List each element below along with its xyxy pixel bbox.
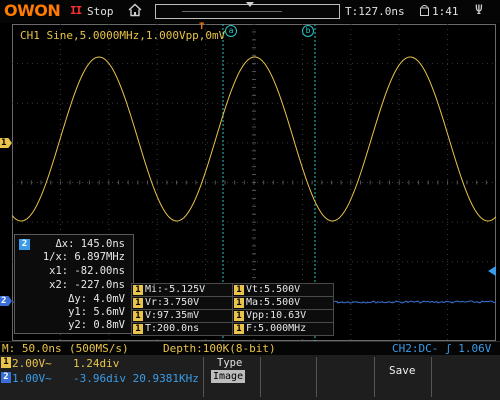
- cursor-delta-x: Δx: 145.0ns: [55, 238, 125, 250]
- type-value[interactable]: Image: [211, 370, 246, 383]
- softkey-empty-3[interactable]: [316, 357, 374, 397]
- home-icon[interactable]: [128, 3, 142, 17]
- clock-icon: [420, 5, 429, 16]
- timeline-position-marker: [246, 2, 254, 7]
- trigger-level-marker[interactable]: [488, 266, 496, 276]
- cursor-y2: y2: 0.8mV: [68, 319, 125, 331]
- ch1-volts-div: 2.00V~: [12, 357, 52, 370]
- brand-logo: OWON: [4, 1, 61, 20]
- cursor-measure-panel: 2 Δx: 145.0ns 1/x: 6.897MHz x1: -82.00ns…: [14, 234, 134, 334]
- ch2-badge[interactable]: 2: [1, 372, 11, 383]
- measure-min: 1 Mi:-5.125V: [131, 283, 233, 297]
- ch1-position: 1.24div: [73, 357, 120, 370]
- trigger-info: CH2:DC- ʃ 1.06V: [392, 342, 492, 355]
- sample-rate: (500MS/s): [69, 342, 129, 355]
- ch2-offset-marker[interactable]: 2: [0, 296, 12, 306]
- cursor-y1: y1: 5.6mV: [68, 306, 125, 318]
- type-label: Type: [217, 357, 243, 369]
- ch2-volts-div: 1.00V~: [12, 372, 52, 385]
- timeline-window: [182, 11, 282, 12]
- cursor-x2: x2: -227.0ns: [49, 279, 125, 291]
- cursor-delta-y: Δy: 4.0mV: [68, 293, 125, 305]
- timebase: M: 50.0ns: [2, 342, 62, 355]
- measurement-table: 1 Mi:-5.125V 1 Vt:5.500V 1 Vr:3.750V 1 Ma:5.…: [131, 283, 334, 336]
- measure-period: 1 T:200.0ns: [131, 322, 233, 336]
- cursor-inverse-x: 1/x: 6.897MHz: [42, 251, 125, 263]
- trigger-position-marker[interactable]: T: [199, 22, 204, 32]
- cursor-x1: x1: -82.00ns: [49, 265, 125, 277]
- ch1-offset-marker[interactable]: 1: [0, 138, 12, 148]
- ch1-signal-info: CH1 Sine,5.0000MHz,1.000Vpp,0mV: [20, 29, 226, 42]
- clock: 1:41: [432, 5, 459, 18]
- usb-icon: Ψ: [475, 3, 483, 18]
- pause-icon: II: [70, 4, 82, 17]
- measure-max: 1 Ma:5.500V: [232, 296, 334, 310]
- save-button[interactable]: Save: [389, 364, 416, 377]
- ch1-badge[interactable]: 1: [1, 357, 11, 368]
- memory-depth: Depth:100K(8-bit): [163, 342, 276, 355]
- measure-mean: 1 V:97.35mV: [131, 309, 233, 323]
- softkey-save[interactable]: [374, 357, 431, 397]
- cursor-a-label[interactable]: a: [225, 25, 237, 37]
- softkey-empty-5[interactable]: [431, 357, 500, 397]
- measure-vpp: 1 Vpp:10.63V: [232, 309, 334, 323]
- run-state[interactable]: Stop: [87, 5, 114, 18]
- measure-frequency: 1 F:5.000MHz: [232, 322, 334, 336]
- cursor-b-label[interactable]: b: [302, 25, 314, 37]
- trigger-time: T:127.0ns: [345, 5, 405, 18]
- measure-vtop: 1 Vt:5.500V: [232, 283, 334, 297]
- measure-vrms: 1 Vr:3.750V: [131, 296, 233, 310]
- softkey-empty-2[interactable]: [260, 357, 317, 397]
- ch2-position-frequency: -3.96div 20.9381KHz: [73, 372, 199, 385]
